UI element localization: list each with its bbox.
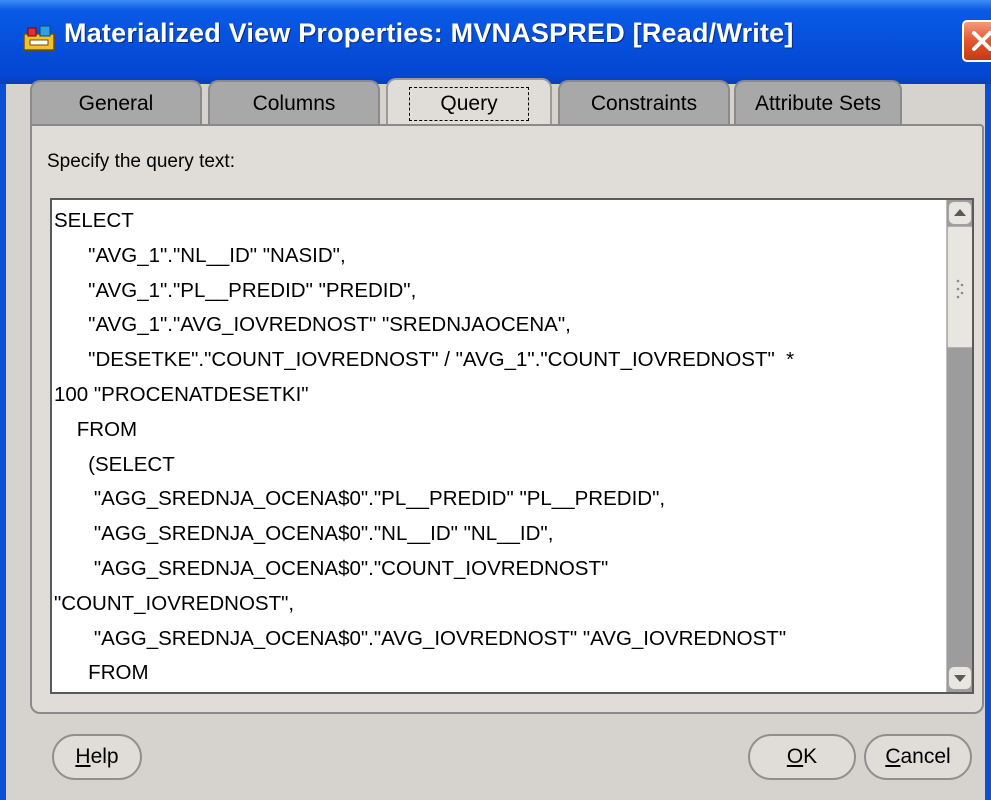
- window-title: Materialized View Properties: MVNASPRED …: [64, 18, 794, 48]
- tab-columns[interactable]: Columns: [208, 80, 380, 126]
- ok-button[interactable]: OK: [748, 734, 856, 780]
- help-mnemonic: H: [75, 745, 91, 768]
- oracle-app-icon: [22, 24, 60, 54]
- tab-label: General: [78, 92, 154, 115]
- chevron-up-icon: [954, 209, 966, 216]
- title-bar[interactable]: Materialized View Properties: MVNASPRED …: [0, 0, 991, 84]
- help-button[interactable]: Help: [52, 734, 142, 780]
- tab-attribute-sets[interactable]: Attribute Sets: [734, 80, 902, 126]
- close-icon: [972, 31, 991, 51]
- query-text-area[interactable]: SELECT "AVG_1"."NL__ID" "NASID", "AVG_1"…: [50, 198, 974, 694]
- ok-mnemonic: O: [786, 745, 804, 768]
- query-prompt-label: Specify the query text:: [47, 151, 235, 172]
- window-frame-left: [0, 84, 6, 800]
- close-button[interactable]: [962, 20, 991, 62]
- scroll-thumb[interactable]: [947, 226, 972, 348]
- scroll-down-button[interactable]: [948, 666, 972, 690]
- query-text[interactable]: SELECT "AVG_1"."NL__ID" "NASID", "AVG_1"…: [54, 204, 944, 692]
- vertical-scrollbar[interactable]: [946, 200, 972, 692]
- tab-label: Query: [409, 87, 529, 121]
- cancel-button[interactable]: Cancel: [864, 734, 972, 780]
- query-panel: Specify the query text: SELECT "AVG_1"."…: [30, 124, 984, 714]
- tab-constraints[interactable]: Constraints: [558, 80, 730, 126]
- grip-icon: [956, 279, 964, 299]
- window-frame-right: [985, 84, 991, 800]
- tab-general[interactable]: General: [30, 80, 202, 126]
- tab-label: Columns: [252, 92, 336, 115]
- tab-label: Constraints: [590, 92, 698, 115]
- chevron-down-icon: [954, 675, 966, 682]
- tab-query[interactable]: Query: [386, 78, 552, 128]
- ok-label-rest: K: [803, 745, 818, 768]
- help-label-rest: elp: [90, 745, 119, 768]
- tab-label: Attribute Sets: [754, 92, 882, 115]
- scroll-up-button[interactable]: [948, 201, 972, 225]
- cancel-mnemonic: C: [885, 745, 901, 768]
- cancel-label-rest: ancel: [900, 745, 951, 768]
